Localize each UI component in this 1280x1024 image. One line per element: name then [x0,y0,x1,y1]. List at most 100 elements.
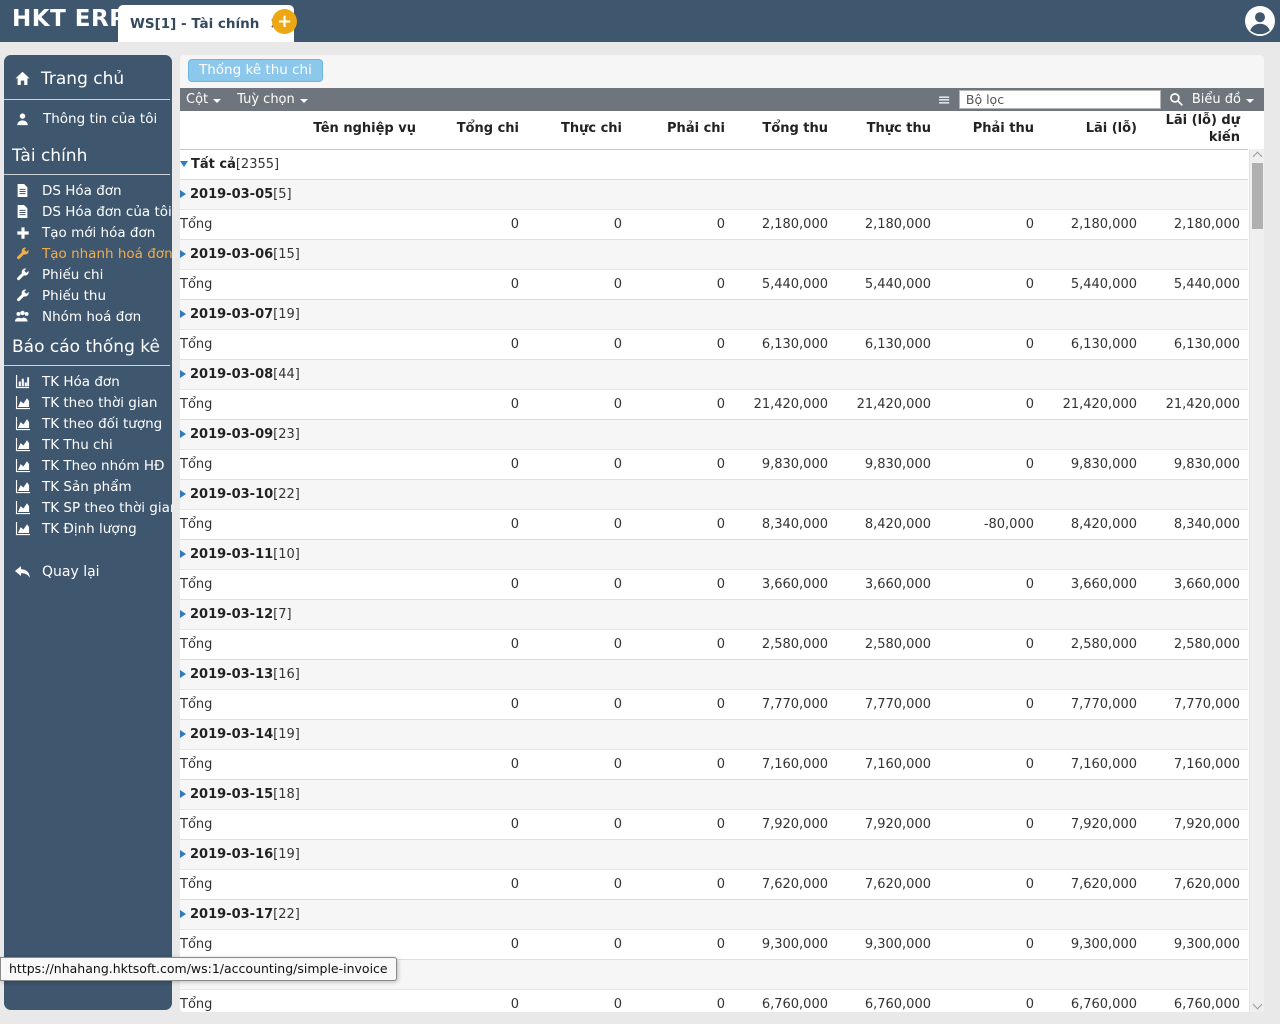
group-date: 2019-03-06 [190,246,274,262]
sidebar-item[interactable]: TK Thu chi [4,434,172,455]
cell-value: 0 [939,688,1042,719]
expand-triangle-icon[interactable] [180,849,186,858]
group-date: 2019-03-16 [190,846,274,862]
table-row-date-group[interactable]: 2019-03-07[19] [180,298,1248,329]
view-badge-thong-ke-thu-chi[interactable]: Thống kê thu chi [188,59,323,82]
group-count: [10] [273,546,300,562]
chart-dropdown[interactable]: Biểu đồ [1192,92,1254,107]
cell-value: 7,920,000 [836,808,939,839]
column-header[interactable]: Tổng chi [424,111,527,150]
vertical-scrollbar[interactable] [1249,149,1264,1012]
expand-triangle-icon[interactable] [180,189,186,198]
table-row-date-group[interactable]: 2019-03-16[19] [180,838,1248,869]
table-row-date-group[interactable]: 2019-03-09[23] [180,418,1248,449]
expand-triangle-icon[interactable] [180,249,186,258]
sidebar-item-back[interactable]: Quay lại [4,559,172,585]
sidebar-item[interactable]: Phiếu thu [4,285,172,306]
expand-triangle-icon[interactable] [180,669,186,678]
group-date: 2019-03-14 [190,726,274,742]
column-header[interactable]: Thực chi [527,111,630,150]
table-row-date-group[interactable]: 2019-03-10[22] [180,478,1248,509]
cell-value: 0 [424,448,527,479]
table-row-date-group[interactable]: 2019-03-17[22] [180,898,1248,929]
expand-triangle-icon[interactable] [180,789,186,798]
cell-value: 0 [424,208,527,239]
table-row-total: Tổng 0 0 0 6,130,000 6,130,000 0 6,130,000 6,130… [180,328,1248,359]
expand-triangle-icon[interactable] [180,489,186,498]
column-header[interactable]: Lãi (lỗ) dự kiến [1145,111,1248,150]
table-row-date-group[interactable]: 2019-03-12[7] [180,598,1248,629]
cell-value: 2,580,000 [1042,628,1145,659]
expand-triangle-icon[interactable] [180,729,186,738]
scrollbar-thumb[interactable] [1252,163,1263,229]
group-date: 2019-03-09 [190,426,274,442]
sidebar-item-profile[interactable]: Thông tin của tôi [4,102,172,136]
table-row-root-group[interactable]: Tất cả[2355] [180,149,1248,179]
table-row-date-group[interactable]: 2019-03-11[10] [180,538,1248,569]
cell-value: 0 [424,868,527,899]
sidebar-item[interactable]: Tạo mới hóa đơn [4,222,172,243]
cell-value [939,838,1042,869]
column-header[interactable]: Lãi (lỗ) [1042,111,1145,150]
columns-dropdown[interactable]: Cột [186,92,222,107]
sidebar-item[interactable]: TK Theo nhóm HĐ [4,455,172,476]
filter-input[interactable] [958,90,1161,109]
cell-value: 6,760,000 [836,988,939,1012]
cell-value: 6,130,000 [1145,328,1248,359]
total-label: Tổng [180,816,213,832]
expand-triangle-icon[interactable] [180,369,186,378]
sidebar-item[interactable]: TK Định lượng [4,518,172,539]
cell-value: 0 [630,388,733,419]
collapse-triangle-icon[interactable] [180,160,188,167]
column-header[interactable]: Tên nghiệp vụ [180,111,424,150]
add-tab-button[interactable]: + [272,9,297,34]
scroll-down-icon[interactable] [1252,999,1263,1010]
sidebar-item[interactable]: TK Hóa đơn [4,371,172,392]
sidebar-item[interactable]: DS Hóa đơn của tôi [4,201,172,222]
expand-triangle-icon[interactable] [180,609,186,618]
cell-value: 0 [630,808,733,839]
sidebar-item[interactable]: Nhóm hoá đơn [4,306,172,327]
expand-triangle-icon[interactable] [180,909,186,918]
cell-value: 5,440,000 [733,268,836,299]
table-row-date-group[interactable]: 2019-03-05[5] [180,178,1248,209]
menu-icon[interactable]: ≡ [937,91,950,108]
total-label: Tổng [180,636,213,652]
expand-triangle-icon[interactable] [180,429,186,438]
column-header[interactable]: Thực thu [836,111,939,150]
cell-value: 0 [939,988,1042,1012]
sidebar-item[interactable]: TK SP theo thời gian [4,497,172,518]
cell-value: 0 [424,988,527,1012]
table-row-date-group[interactable]: 2019-03-13[16] [180,658,1248,689]
sidebar-item[interactable]: TK theo đối tượng [4,413,172,434]
expand-triangle-icon[interactable] [180,549,186,558]
sidebar-item[interactable]: TK Sản phẩm [4,476,172,497]
cell-value [630,598,733,629]
sidebar-item[interactable]: TK theo thời gian [4,392,172,413]
options-dropdown[interactable]: Tuỳ chọn [237,92,308,107]
sidebar-item-home[interactable]: Trang chủ [4,61,170,100]
search-icon[interactable] [1169,92,1184,107]
table-row-date-group[interactable]: 2019-03-15[18] [180,778,1248,809]
cell-value: 0 [527,268,630,299]
column-header[interactable]: Phải thu [939,111,1042,150]
cell-value [1042,958,1145,989]
user-avatar-icon[interactable] [1244,5,1276,37]
cell-value [1145,778,1248,809]
table-row-date-group[interactable]: 2019-03-14[19] [180,718,1248,749]
cell-value [424,418,527,449]
sidebar-item[interactable]: Tạo nhanh hoá đơn [4,243,172,264]
cell-value: 5,440,000 [836,268,939,299]
cell-value: 7,160,000 [1042,748,1145,779]
tab-ws1-tai-chinh[interactable]: WS[1] - Tài chính × [118,5,294,42]
table-row-date-group[interactable]: 2019-03-08[44] [180,358,1248,389]
cell-value [939,598,1042,629]
sidebar-item[interactable]: DS Hóa đơn [4,180,172,201]
table-row-date-group[interactable]: 2019-03-06[15] [180,238,1248,269]
expand-triangle-icon[interactable] [180,309,186,318]
sidebar-item[interactable]: Phiếu chi [4,264,172,285]
cell-value: 2,180,000 [733,208,836,239]
column-header[interactable]: Tổng thu [733,111,836,150]
column-header[interactable]: Phải chi [630,111,733,150]
scroll-up-icon[interactable] [1252,151,1263,162]
